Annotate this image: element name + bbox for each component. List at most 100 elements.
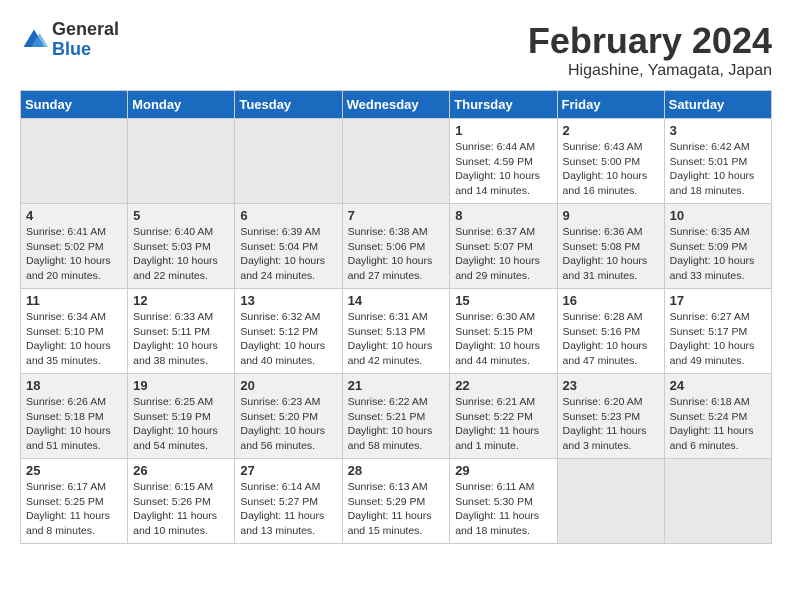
day-number: 16 <box>563 293 659 308</box>
day-number: 28 <box>348 463 445 478</box>
calendar-cell: 19 Sunrise: 6:25 AM Sunset: 5:19 PM Dayli… <box>128 374 235 459</box>
day-info: Sunrise: 6:18 AM Sunset: 5:24 PM Dayligh… <box>670 395 766 454</box>
day-info: Sunrise: 6:40 AM Sunset: 5:03 PM Dayligh… <box>133 225 229 284</box>
day-number: 13 <box>240 293 336 308</box>
day-number: 21 <box>348 378 445 393</box>
day-number: 19 <box>133 378 229 393</box>
calendar-week-row: 11 Sunrise: 6:34 AM Sunset: 5:10 PM Dayli… <box>21 289 772 374</box>
page-title: February 2024 <box>528 20 772 62</box>
day-number: 5 <box>133 208 229 223</box>
logo: General Blue <box>20 20 119 60</box>
title-block: February 2024 Higashine, Yamagata, Japan <box>528 20 772 80</box>
day-number: 22 <box>455 378 551 393</box>
day-number: 24 <box>670 378 766 393</box>
day-info: Sunrise: 6:38 AM Sunset: 5:06 PM Dayligh… <box>348 225 445 284</box>
day-number: 25 <box>26 463 122 478</box>
weekday-header-thursday: Thursday <box>450 91 557 119</box>
weekday-header-wednesday: Wednesday <box>342 91 450 119</box>
calendar-body: 1 Sunrise: 6:44 AM Sunset: 4:59 PM Daylig… <box>21 119 772 544</box>
day-info: Sunrise: 6:39 AM Sunset: 5:04 PM Dayligh… <box>240 225 336 284</box>
day-number: 18 <box>26 378 122 393</box>
page-header: General Blue February 2024 Higashine, Ya… <box>20 20 772 80</box>
calendar-cell: 26Sunrise: 6:15 AM Sunset: 5:26 PM Dayli… <box>128 459 235 544</box>
day-number: 6 <box>240 208 336 223</box>
day-number: 27 <box>240 463 336 478</box>
calendar-cell: 28 Sunrise: 6:13 AM Sunset: 5:29 PM Dayli… <box>342 459 450 544</box>
day-number: 7 <box>348 208 445 223</box>
calendar-week-row: 4Sunrise: 6:41 AM Sunset: 5:02 PM Daylig… <box>21 204 772 289</box>
day-info: Sunrise: 6:43 AM Sunset: 5:00 PM Dayligh… <box>563 140 659 199</box>
day-info: Sunrise: 6:25 AM Sunset: 5:19 PM Dayligh… <box>133 395 229 454</box>
calendar-cell: 14Sunrise: 6:31 AM Sunset: 5:13 PM Dayli… <box>342 289 450 374</box>
calendar-cell: 2 Sunrise: 6:43 AM Sunset: 5:00 PM Daylig… <box>557 119 664 204</box>
calendar-cell <box>342 119 450 204</box>
calendar-cell: 20 Sunrise: 6:23 AM Sunset: 5:20 PM Dayli… <box>235 374 342 459</box>
day-info: Sunrise: 6:28 AM Sunset: 5:16 PM Dayligh… <box>563 310 659 369</box>
weekday-header-monday: Monday <box>128 91 235 119</box>
day-info: Sunrise: 6:44 AM Sunset: 4:59 PM Dayligh… <box>455 140 551 199</box>
calendar-cell <box>235 119 342 204</box>
calendar-cell: 7 Sunrise: 6:38 AM Sunset: 5:06 PM Daylig… <box>342 204 450 289</box>
calendar-cell: 25Sunrise: 6:17 AM Sunset: 5:25 PM Dayli… <box>21 459 128 544</box>
calendar-cell: 29 Sunrise: 6:11 AM Sunset: 5:30 PM Dayli… <box>450 459 557 544</box>
day-info: Sunrise: 6:27 AM Sunset: 5:17 PM Dayligh… <box>670 310 766 369</box>
day-number: 14 <box>348 293 445 308</box>
day-number: 29 <box>455 463 551 478</box>
calendar-cell: 21 Sunrise: 6:22 AM Sunset: 5:21 PM Dayli… <box>342 374 450 459</box>
day-number: 23 <box>563 378 659 393</box>
calendar-cell <box>664 459 771 544</box>
calendar-cell: 6 Sunrise: 6:39 AM Sunset: 5:04 PM Daylig… <box>235 204 342 289</box>
calendar-cell <box>557 459 664 544</box>
day-info: Sunrise: 6:23 AM Sunset: 5:20 PM Dayligh… <box>240 395 336 454</box>
calendar-cell: 23 Sunrise: 6:20 AM Sunset: 5:23 PM Dayli… <box>557 374 664 459</box>
calendar-cell: 1 Sunrise: 6:44 AM Sunset: 4:59 PM Daylig… <box>450 119 557 204</box>
day-info: Sunrise: 6:32 AM Sunset: 5:12 PM Dayligh… <box>240 310 336 369</box>
calendar-cell: 9Sunrise: 6:36 AM Sunset: 5:08 PM Daylig… <box>557 204 664 289</box>
page-subtitle: Higashine, Yamagata, Japan <box>528 62 772 80</box>
day-info: Sunrise: 6:20 AM Sunset: 5:23 PM Dayligh… <box>563 395 659 454</box>
day-info: Sunrise: 6:33 AM Sunset: 5:11 PM Dayligh… <box>133 310 229 369</box>
calendar-header: SundayMondayTuesdayWednesdayThursdayFrid… <box>21 91 772 119</box>
calendar-table: SundayMondayTuesdayWednesdayThursdayFrid… <box>20 90 772 544</box>
day-number: 3 <box>670 123 766 138</box>
weekday-header-saturday: Saturday <box>664 91 771 119</box>
day-number: 15 <box>455 293 551 308</box>
day-info: Sunrise: 6:35 AM Sunset: 5:09 PM Dayligh… <box>670 225 766 284</box>
weekday-header-sunday: Sunday <box>21 91 128 119</box>
day-number: 17 <box>670 293 766 308</box>
day-info: Sunrise: 6:34 AM Sunset: 5:10 PM Dayligh… <box>26 310 122 369</box>
weekday-header-tuesday: Tuesday <box>235 91 342 119</box>
calendar-cell: 3Sunrise: 6:42 AM Sunset: 5:01 PM Daylig… <box>664 119 771 204</box>
day-number: 26 <box>133 463 229 478</box>
calendar-cell: 18Sunrise: 6:26 AM Sunset: 5:18 PM Dayli… <box>21 374 128 459</box>
day-number: 20 <box>240 378 336 393</box>
calendar-cell: 16 Sunrise: 6:28 AM Sunset: 5:16 PM Dayli… <box>557 289 664 374</box>
calendar-week-row: 18Sunrise: 6:26 AM Sunset: 5:18 PM Dayli… <box>21 374 772 459</box>
calendar-cell: 15 Sunrise: 6:30 AM Sunset: 5:15 PM Dayli… <box>450 289 557 374</box>
calendar-cell <box>128 119 235 204</box>
logo-text: General Blue <box>52 20 119 60</box>
day-info: Sunrise: 6:41 AM Sunset: 5:02 PM Dayligh… <box>26 225 122 284</box>
logo-general: General <box>52 19 119 39</box>
logo-icon <box>20 26 48 54</box>
day-info: Sunrise: 6:37 AM Sunset: 5:07 PM Dayligh… <box>455 225 551 284</box>
day-info: Sunrise: 6:13 AM Sunset: 5:29 PM Dayligh… <box>348 480 445 539</box>
day-info: Sunrise: 6:11 AM Sunset: 5:30 PM Dayligh… <box>455 480 551 539</box>
day-info: Sunrise: 6:21 AM Sunset: 5:22 PM Dayligh… <box>455 395 551 454</box>
day-info: Sunrise: 6:22 AM Sunset: 5:21 PM Dayligh… <box>348 395 445 454</box>
day-number: 11 <box>26 293 122 308</box>
calendar-cell: 12 Sunrise: 6:33 AM Sunset: 5:11 PM Dayli… <box>128 289 235 374</box>
weekday-header-friday: Friday <box>557 91 664 119</box>
day-number: 1 <box>455 123 551 138</box>
calendar-cell: 4Sunrise: 6:41 AM Sunset: 5:02 PM Daylig… <box>21 204 128 289</box>
calendar-cell: 27 Sunrise: 6:14 AM Sunset: 5:27 PM Dayli… <box>235 459 342 544</box>
calendar-week-row: 1 Sunrise: 6:44 AM Sunset: 4:59 PM Daylig… <box>21 119 772 204</box>
day-info: Sunrise: 6:14 AM Sunset: 5:27 PM Dayligh… <box>240 480 336 539</box>
calendar-cell: 10 Sunrise: 6:35 AM Sunset: 5:09 PM Dayli… <box>664 204 771 289</box>
day-number: 2 <box>563 123 659 138</box>
day-number: 10 <box>670 208 766 223</box>
calendar-cell: 13 Sunrise: 6:32 AM Sunset: 5:12 PM Dayli… <box>235 289 342 374</box>
day-info: Sunrise: 6:30 AM Sunset: 5:15 PM Dayligh… <box>455 310 551 369</box>
day-number: 9 <box>563 208 659 223</box>
day-number: 12 <box>133 293 229 308</box>
